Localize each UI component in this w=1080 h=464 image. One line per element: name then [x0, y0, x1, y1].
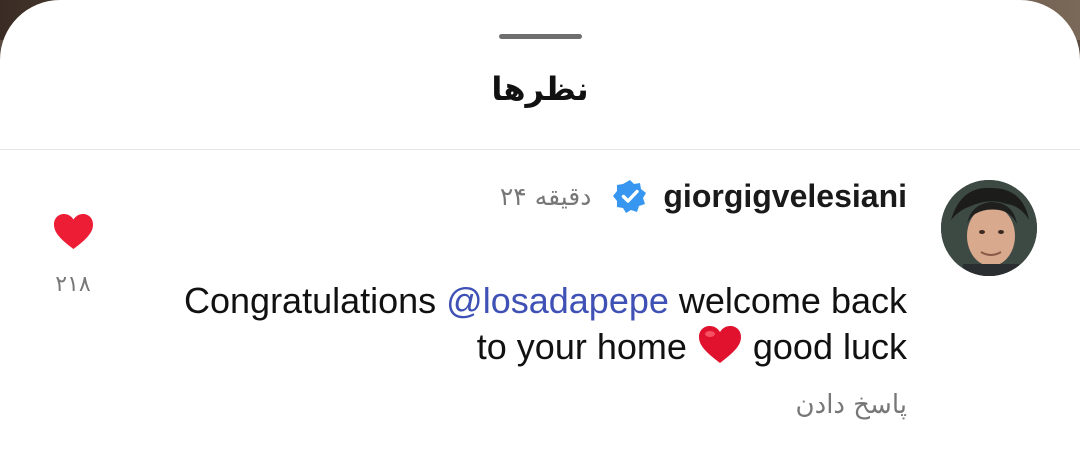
header-divider: [0, 149, 1080, 150]
avatar[interactable]: [941, 180, 1037, 276]
sheet-title: نظرها: [491, 70, 589, 108]
comment-text-part: good luck: [742, 326, 907, 367]
mention-link[interactable]: @losadapepe: [446, 280, 669, 321]
comment-text-part: Congratulations: [184, 280, 447, 321]
comment-header: giorgigvelesiani ۲۴ دقیقه: [500, 174, 907, 218]
verified-badge-icon: [613, 180, 647, 213]
heart-icon[interactable]: [53, 213, 94, 251]
drag-handle[interactable]: [499, 34, 582, 39]
red-heart-emoji-icon: [698, 326, 741, 363]
username[interactable]: giorgigvelesiani: [663, 178, 907, 215]
comments-sheet: نظرها giorgigvelesiani ۲۴ دقیقه Congratu…: [0, 0, 1080, 464]
comment-text: Congratulations @losadapepe welcome back…: [167, 278, 907, 370]
reply-button[interactable]: پاسخ دادن: [796, 390, 907, 420]
comment-timestamp: ۲۴ دقیقه: [499, 181, 592, 211]
like-count: ۲۱۸: [55, 272, 91, 297]
avatar-photo: [941, 180, 1037, 276]
